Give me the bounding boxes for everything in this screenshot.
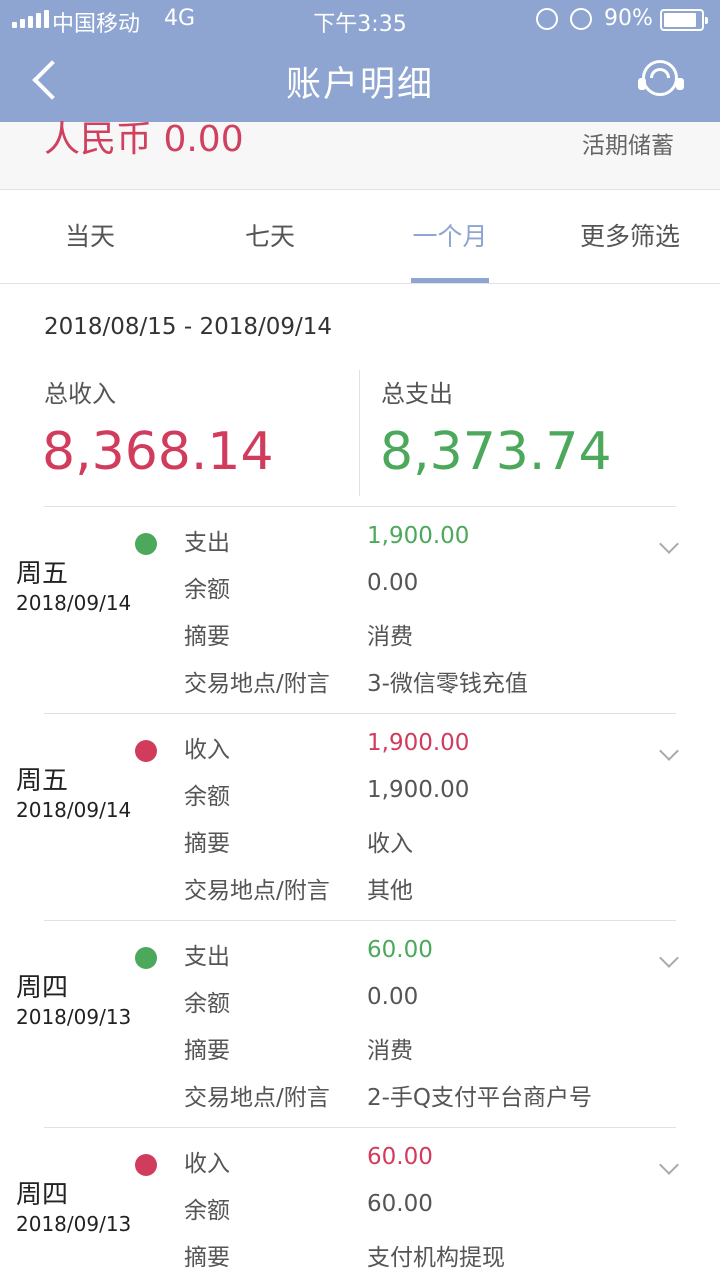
chevron-down-icon[interactable] [659,1155,679,1175]
account-type: 活期储蓄 [582,133,674,159]
chevron-down-icon[interactable] [659,741,679,761]
field-value: 消费 [367,624,413,650]
transaction-field: 收入 1,900.00 [184,730,644,777]
transaction-field: 交易地点/附言 3-微信零钱充值 [184,664,644,711]
field-value: 3-微信零钱充值 [367,671,528,697]
tab-today[interactable]: 当天 [0,190,180,284]
transaction-weekday: 周四 [16,973,69,1003]
transaction-field: 摘要 收入 [184,824,644,871]
transaction-item[interactable]: 周五 2018/09/14 收入 1,900.00 余额 1,900.00 摘要 收入交易地点… [0,714,720,921]
transaction-amount: 1,900.00 [367,730,470,756]
tab-seven-days[interactable]: 七天 [180,190,360,284]
expense-dot-icon [135,533,157,555]
expense-dot-icon [135,947,157,969]
field-label: 支出 [184,530,230,556]
transaction-field: 摘要 支付机构提现 [184,1238,644,1280]
total-income-label: 总收入 [44,380,116,408]
transaction-field: 摘要 消费 [184,1031,644,1078]
field-label: 摘要 [184,831,230,857]
transaction-date: 2018/09/14 [16,591,132,615]
field-value: 0.00 [367,570,419,596]
field-value: 收入 [367,831,413,857]
field-value: 2-手Q支付平台商户号 [367,1085,593,1111]
field-label: 支出 [184,944,230,970]
transaction-item[interactable]: 周五 2018/09/14 支出 1,900.00 余额 0.00 摘要 消费交易地点/附言 3… [0,507,720,714]
field-label: 交易地点/附言 [184,671,330,697]
field-value: 其他 [367,878,413,904]
tab-more-filters[interactable]: 更多筛选 [540,190,720,284]
page-title: 账户明细 [285,65,434,105]
field-value: 1,900.00 [367,777,470,803]
transaction-amount: 60.00 [367,1144,433,1170]
field-label: 摘要 [184,1245,230,1271]
transaction-item[interactable]: 周四 2018/09/13 收入 60.00 余额 60.00 摘要 支付机构提现 [0,1128,720,1280]
transaction-field: 摘要 消费 [184,617,644,664]
field-label: 余额 [184,577,230,603]
field-label: 摘要 [184,1038,230,1064]
income-dot-icon [135,1154,157,1176]
transaction-field: 交易地点/附言 2-手Q支付平台商户号 [184,1078,644,1125]
income-dot-icon [135,740,157,762]
chevron-down-icon[interactable] [659,948,679,968]
transaction-field: 余额 1,900.00 [184,777,644,824]
transaction-item[interactable]: 周四 2018/09/13 支出 60.00 余额 0.00 摘要 消费交易地点/附言 2-手Q… [0,921,720,1128]
transaction-amount: 1,900.00 [367,523,470,549]
field-label: 余额 [184,784,230,810]
battery-percent: 90% [604,6,653,31]
top-bar: 中国移动 4G 下午3:35 90% 账户明细 [0,0,720,122]
field-value: 消费 [367,1038,413,1064]
alarm-icon [570,8,592,30]
chevron-down-icon[interactable] [659,534,679,554]
period-tabs: 当天 七天 一个月 更多筛选 [0,190,720,284]
customer-service-icon[interactable] [638,56,684,102]
rotation-lock-icon [536,8,558,30]
total-expense-label: 总支出 [381,380,453,408]
transaction-field: 支出 60.00 [184,937,644,984]
summary-divider [359,370,360,496]
transaction-weekday: 周四 [16,1180,69,1210]
field-value: 支付机构提现 [367,1245,505,1271]
field-value: 60.00 [367,1191,433,1217]
field-label: 摘要 [184,624,230,650]
transaction-weekday: 周五 [16,766,69,796]
total-income-value: 8,368.14 [42,422,274,482]
transaction-field: 支出 1,900.00 [184,523,644,570]
transaction-field: 收入 60.00 [184,1144,644,1191]
field-label: 收入 [184,737,230,763]
field-value: 0.00 [367,984,419,1010]
transaction-field: 余额 0.00 [184,984,644,1031]
transaction-weekday: 周五 [16,559,69,589]
transaction-amount: 60.00 [367,937,433,963]
field-label: 交易地点/附言 [184,1085,330,1111]
field-label: 交易地点/附言 [184,878,330,904]
transaction-date: 2018/09/13 [16,1212,132,1236]
account-header: 人民币 0.00 活期储蓄 [0,122,720,190]
transaction-field: 余额 0.00 [184,570,644,617]
battery-icon [660,9,708,31]
transaction-date: 2018/09/14 [16,798,132,822]
field-label: 余额 [184,991,230,1017]
active-tab-indicator [411,278,489,283]
transaction-field: 交易地点/附言 其他 [184,871,644,918]
transaction-date: 2018/09/13 [16,1005,132,1029]
date-range: 2018/08/15 - 2018/09/14 [44,314,333,340]
total-expense-value: 8,373.74 [380,422,612,482]
status-bar: 中国移动 4G 下午3:35 90% [0,0,720,40]
transaction-field: 余额 60.00 [184,1191,644,1238]
tab-one-month[interactable]: 一个月 [360,190,540,284]
field-label: 余额 [184,1198,230,1224]
account-balance: 人民币 0.00 [44,119,244,160]
field-label: 收入 [184,1151,230,1177]
